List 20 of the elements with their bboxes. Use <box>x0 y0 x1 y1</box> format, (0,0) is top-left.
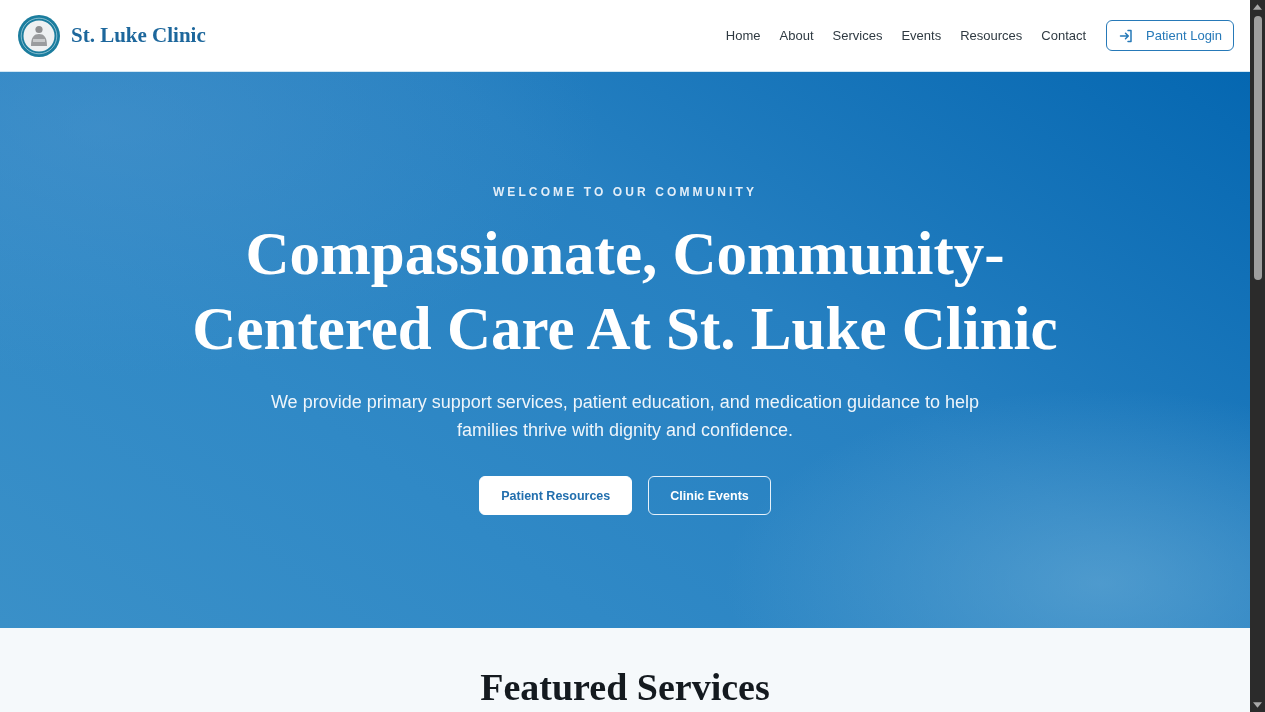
scroll-down-icon[interactable] <box>1253 702 1262 708</box>
arrow-into-bracket-icon <box>1119 28 1134 43</box>
hero-eyebrow: WELCOME TO OUR COMMUNITY <box>492 184 758 200</box>
nav-link[interactable]: Contact <box>1041 28 1087 43</box>
scrollbar-thumb[interactable] <box>1253 16 1262 280</box>
scroll-up-icon[interactable] <box>1253 4 1262 10</box>
hero-description: We provide primary support services, patient education, and medication guidance to help families thrive with dignity and confidence. <box>269 391 981 442</box>
nav-link[interactable]: Services <box>832 28 883 43</box>
nav-link[interactable]: Home <box>725 28 761 43</box>
hero-button[interactable]: Clinic Events <box>648 476 771 515</box>
clinic-name[interactable]: St. Luke Clinic <box>71 23 206 48</box>
clinic-seal-logo-icon[interactable] <box>18 14 60 57</box>
section-heading: Featured Services <box>480 666 770 708</box>
nav-link[interactable]: Events <box>901 28 942 43</box>
scrollbar[interactable] <box>1250 0 1265 712</box>
patient-login-button[interactable]: Patient Login <box>1106 20 1234 51</box>
nav-link[interactable]: Resources <box>960 28 1023 43</box>
nav-link[interactable]: About <box>779 28 814 43</box>
hero-title: Compassionate, Community-Centered Care At St. Luke Clinic <box>191 219 1059 364</box>
hero-button[interactable]: Patient Resources <box>479 476 633 515</box>
